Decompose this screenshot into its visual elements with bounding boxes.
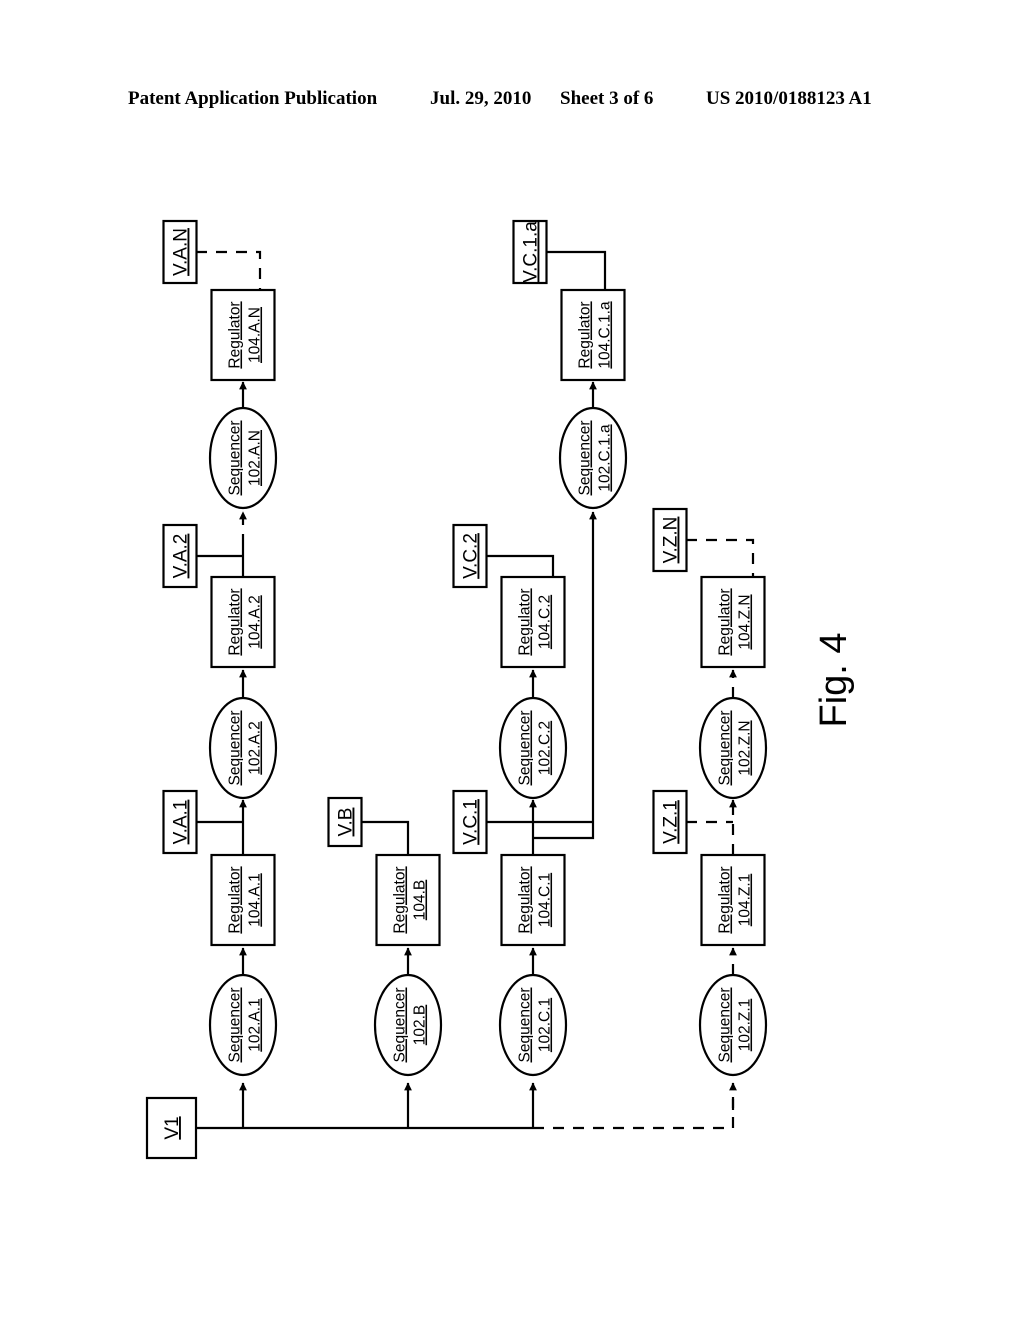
voltage-label-v-a-n[interactable]: V.A.N bbox=[162, 219, 198, 285]
node-seq-a-n[interactable]: Sequencer 102.A.N bbox=[208, 406, 278, 510]
node-title: Sequencer bbox=[227, 421, 244, 496]
tap-v-b bbox=[361, 820, 410, 855]
node-seq-a-2[interactable]: Sequencer 102.A.2 bbox=[208, 696, 278, 800]
voltage-label-text: V.B bbox=[336, 808, 357, 837]
voltage-label-text: V.Z.N bbox=[661, 517, 682, 564]
node-seq-b[interactable]: Sequencer 102.B bbox=[373, 973, 443, 1077]
node-reg-c-1[interactable]: Regulator 104.C.1 bbox=[500, 853, 566, 947]
node-title: Sequencer bbox=[227, 988, 244, 1063]
node-reference-numeral: 104.Z.N bbox=[737, 594, 754, 649]
node-reference-numeral: 104.A.1 bbox=[247, 873, 264, 926]
voltage-label-v-b[interactable]: V.B bbox=[327, 796, 363, 848]
node-reg-z-1[interactable]: Regulator 104.Z.1 bbox=[700, 853, 766, 947]
node-reference-numeral: 104.Z.1 bbox=[737, 874, 754, 927]
node-reference-numeral: 102.A.N bbox=[247, 430, 264, 486]
node-title: Sequencer bbox=[717, 711, 734, 786]
voltage-label-text: V.C.2 bbox=[461, 533, 482, 579]
figure-caption: Fig. 4 bbox=[813, 632, 855, 727]
tap-v-c-1-a bbox=[546, 250, 607, 290]
node-title: Sequencer bbox=[717, 988, 734, 1063]
node-reference-numeral: 104.C.2 bbox=[537, 595, 554, 649]
tap-v-a-n bbox=[196, 250, 262, 290]
tap-v-c-2 bbox=[486, 554, 555, 577]
node-title: Sequencer bbox=[517, 711, 534, 786]
node-seq-z-1[interactable]: Sequencer 102.Z.1 bbox=[698, 973, 768, 1077]
node-title: Regulator bbox=[517, 866, 534, 933]
node-reference-numeral: 104.B bbox=[412, 880, 429, 921]
node-title: Regulator bbox=[227, 866, 244, 933]
node-reg-b[interactable]: Regulator 104.B bbox=[375, 853, 441, 947]
node-title: Regulator bbox=[717, 588, 734, 655]
node-title: Regulator bbox=[227, 301, 244, 368]
node-reference-numeral: 104.A.N bbox=[247, 307, 264, 363]
node-reg-z-n[interactable]: Regulator 104.Z.N bbox=[700, 575, 766, 669]
node-reference-numeral: 104.A.2 bbox=[247, 595, 264, 648]
node-title: Regulator bbox=[392, 866, 409, 933]
node-reference-numeral: 102.C.1 bbox=[537, 998, 554, 1052]
figure-4-diagram: Sequencer 102.A.1Regulator 104.A.1Sequence… bbox=[145, 219, 855, 1160]
node-title: Regulator bbox=[227, 588, 244, 655]
voltage-label-v-a-2[interactable]: V.A.2 bbox=[162, 523, 198, 589]
node-seq-a-1[interactable]: Sequencer 102.A.1 bbox=[208, 973, 278, 1077]
node-reference-numeral: 102.Z.1 bbox=[737, 999, 754, 1052]
voltage-label-v-z-n[interactable]: V.Z.N bbox=[652, 507, 688, 573]
voltage-label-text: V.A.N bbox=[171, 228, 192, 276]
node-title: Regulator bbox=[717, 866, 734, 933]
v1-bus-dashed bbox=[533, 1090, 735, 1130]
patent-figure-page: Patent Application Publication Jul. 29, … bbox=[0, 0, 1024, 1320]
node-reference-numeral: 102.A.2 bbox=[247, 721, 264, 774]
node-title: Sequencer bbox=[517, 988, 534, 1063]
voltage-label-v-a-1[interactable]: V.A.1 bbox=[162, 789, 198, 855]
voltage-label-text: V.C.1 bbox=[461, 799, 482, 845]
voltage-label-v-z-1[interactable]: V.Z.1 bbox=[652, 789, 688, 855]
node-title: Sequencer bbox=[227, 711, 244, 786]
v1-bus bbox=[196, 1082, 737, 1130]
node-reg-a-n[interactable]: Regulator 104.A.N bbox=[210, 288, 276, 382]
v1-source-node[interactable]: V1 bbox=[145, 1096, 198, 1160]
node-reference-numeral: 102.C.1.a bbox=[597, 424, 614, 492]
voltage-label-text: V.A.1 bbox=[171, 800, 192, 845]
node-reg-a-2[interactable]: Regulator 104.A.2 bbox=[210, 575, 276, 669]
node-seq-z-n[interactable]: Sequencer 102.Z.N bbox=[698, 696, 768, 800]
voltage-label-text: V.C.1.a bbox=[521, 221, 542, 283]
voltage-label-text: V.Z.1 bbox=[661, 800, 682, 844]
voltage-label-v-c-2[interactable]: V.C.2 bbox=[452, 523, 488, 589]
voltage-label-v-c-1-a[interactable]: V.C.1.a bbox=[512, 219, 548, 285]
node-reference-numeral: 102.A.1 bbox=[247, 998, 264, 1051]
voltage-label-text: V.A.2 bbox=[171, 534, 192, 579]
node-reg-c-2[interactable]: Regulator 104.C.2 bbox=[500, 575, 566, 669]
node-seq-c-2[interactable]: Sequencer 102.C.2 bbox=[498, 696, 568, 800]
tap-v-z-n bbox=[686, 538, 755, 577]
diagram-nodes: Sequencer 102.A.1Regulator 104.A.1Sequence… bbox=[208, 288, 768, 1077]
node-title: Regulator bbox=[517, 588, 534, 655]
node-reference-numeral: 102.B bbox=[412, 1005, 429, 1046]
node-title: Regulator bbox=[577, 301, 594, 368]
node-reg-c-1-a[interactable]: Regulator 104.C.1.a bbox=[560, 288, 626, 382]
node-reg-a-1[interactable]: Regulator 104.A.1 bbox=[210, 853, 276, 947]
node-reference-numeral: 102.C.2 bbox=[537, 721, 554, 775]
node-title: Sequencer bbox=[392, 988, 409, 1063]
node-reference-numeral: 102.Z.N bbox=[737, 720, 754, 775]
voltage-label-v-c-1[interactable]: V.C.1 bbox=[452, 789, 488, 855]
node-reference-numeral: 104.C.1 bbox=[537, 873, 554, 927]
v1-source-label: V1 bbox=[162, 1116, 183, 1139]
node-seq-c-1[interactable]: Sequencer 102.C.1 bbox=[498, 973, 568, 1077]
node-seq-c-1-a[interactable]: Sequencer 102.C.1.a bbox=[558, 406, 628, 510]
node-reference-numeral: 104.C.1.a bbox=[597, 301, 614, 369]
node-title: Sequencer bbox=[577, 421, 594, 496]
